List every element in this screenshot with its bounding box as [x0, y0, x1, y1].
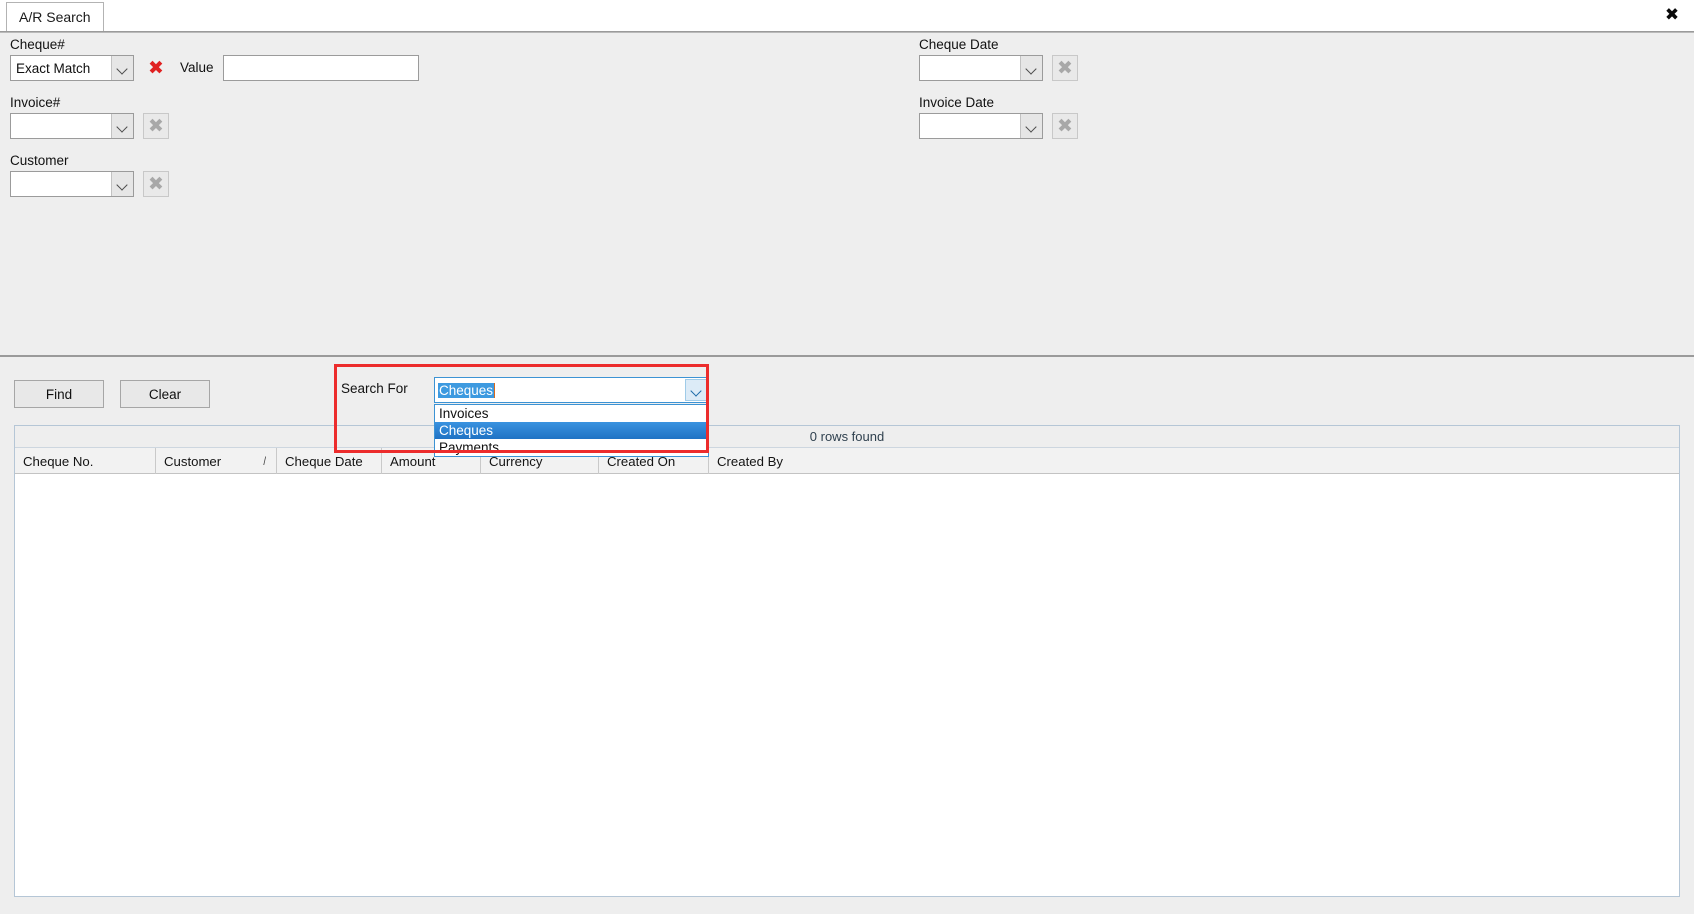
text-caret — [494, 382, 496, 398]
chevron-down-icon[interactable] — [1020, 56, 1042, 80]
horizontal-scrollbar[interactable] — [14, 900, 1680, 910]
cheque-number-match-mode-value: Exact Match — [16, 60, 91, 76]
dropdown-option-cheques[interactable]: Cheques — [435, 422, 708, 439]
search-for-label: Search For — [341, 381, 408, 396]
column-header-label: Customer — [164, 453, 222, 469]
red-x-icon: ✖ — [148, 56, 164, 79]
cheque-number-label: Cheque# — [10, 37, 65, 52]
cheque-date-combo[interactable] — [919, 55, 1043, 81]
tab-label: A/R Search — [19, 9, 91, 25]
invoice-number-label: Invoice# — [10, 95, 61, 110]
chevron-down-icon[interactable] — [111, 56, 133, 80]
customer-combo[interactable] — [10, 171, 134, 197]
grey-x-icon: ✖ — [1057, 114, 1073, 137]
clear-button[interactable]: Clear — [120, 380, 210, 408]
customer-clear-button[interactable]: ✖ — [143, 171, 169, 197]
dropdown-option-payments[interactable]: Payments — [435, 439, 708, 456]
rows-found-text: 0 rows found — [809, 429, 885, 444]
grid-body-empty — [15, 474, 1679, 896]
search-criteria-panel: Cheque# Exact Match ✖ Value Invoice# ✖ C… — [0, 32, 1694, 355]
chevron-down-icon[interactable] — [685, 379, 707, 401]
invoice-date-combo[interactable] — [919, 113, 1043, 139]
find-button-label: Find — [45, 386, 73, 402]
chevron-down-icon[interactable] — [111, 172, 133, 196]
dropdown-option-invoices[interactable]: Invoices — [435, 405, 708, 422]
column-header-label: Created By — [717, 453, 783, 469]
grey-x-icon: ✖ — [1057, 56, 1073, 79]
cheque-date-clear-button[interactable]: ✖ — [1052, 55, 1078, 81]
invoice-number-clear-button[interactable]: ✖ — [143, 113, 169, 139]
column-header-label: Amount — [390, 453, 436, 469]
tab-ar-search[interactable]: A/R Search — [6, 2, 104, 31]
cheque-number-value-label: Value — [180, 60, 214, 75]
find-button[interactable]: Find — [14, 380, 104, 408]
customer-label: Customer — [10, 153, 69, 168]
column-header-created-by[interactable]: Created By — [709, 448, 909, 474]
column-header-customer[interactable]: Customer / — [156, 448, 277, 474]
results-grid: 0 rows found Cheque No. Customer / Chequ… — [14, 425, 1680, 897]
cheque-number-match-mode-combo[interactable]: Exact Match — [10, 55, 134, 81]
invoice-date-clear-button[interactable]: ✖ — [1052, 113, 1078, 139]
criteria-fields: Cheque# Exact Match ✖ Value Invoice# ✖ C… — [4, 33, 1690, 355]
column-header-label: Cheque No. — [23, 453, 94, 469]
grey-x-icon: ✖ — [148, 114, 164, 137]
invoice-number-combo[interactable] — [10, 113, 134, 139]
grey-x-icon: ✖ — [148, 172, 164, 195]
ar-search-window: A/R Search ✖ Cheque# Exact Match ✖ Value… — [0, 0, 1694, 914]
search-for-combo[interactable]: Cheques — [434, 377, 709, 403]
tab-strip: A/R Search ✖ — [0, 0, 1694, 32]
tab-strip-filler — [96, 2, 1694, 31]
column-header-cheque-no[interactable]: Cheque No. — [15, 448, 156, 474]
results-status-bar: 0 rows found — [15, 426, 1679, 448]
invoice-date-label: Invoice Date — [919, 95, 995, 110]
cheque-number-clear-button[interactable]: ✖ — [143, 55, 169, 81]
close-icon[interactable]: ✖ — [1660, 3, 1684, 27]
chevron-down-icon[interactable] — [1020, 114, 1042, 138]
cheque-number-value-input[interactable] — [223, 55, 419, 81]
column-header-label: Cheque Date — [285, 453, 363, 469]
column-header-cheque-date[interactable]: Cheque Date — [277, 448, 382, 474]
cheque-date-label: Cheque Date — [919, 37, 999, 52]
clear-button-label: Clear — [148, 386, 182, 402]
search-for-selected-value: Cheques — [438, 382, 495, 398]
grid-header-row: Cheque No. Customer / Cheque Date Amount… — [15, 448, 1679, 474]
sort-ascending-icon: / — [262, 454, 266, 468]
search-for-dropdown-list[interactable]: Invoices Cheques Payments — [434, 404, 709, 457]
chevron-down-icon[interactable] — [111, 114, 133, 138]
